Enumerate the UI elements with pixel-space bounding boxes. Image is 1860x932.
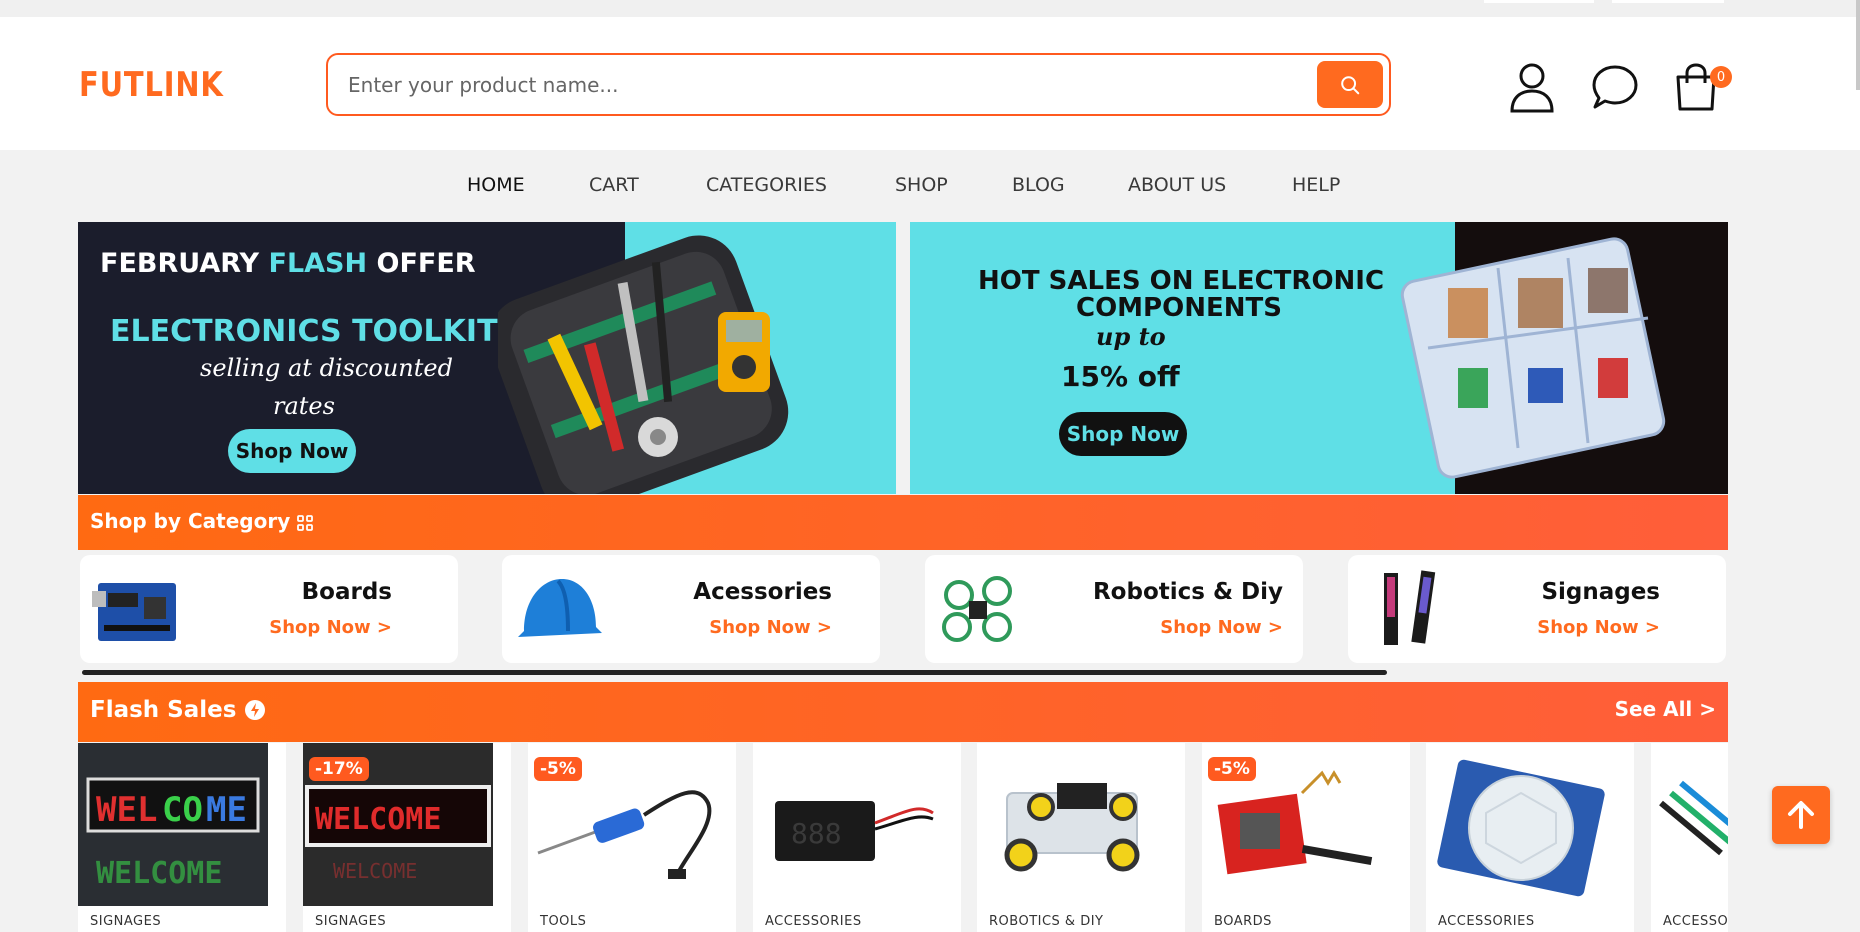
discount-badge: -5% <box>534 757 582 781</box>
product-image <box>977 743 1167 906</box>
flash-sales-title-text: Flash Sales <box>90 697 237 723</box>
category-card-boards[interactable]: Boards Shop Now > <box>80 555 458 663</box>
top-strip <box>0 0 1860 17</box>
promo-banner-toolkit[interactable]: FEBRUARY FLASH OFFER ELECTRONICS TOOLKIT… <box>78 222 896 494</box>
banner-subtext: selling at discounted <box>200 354 453 382</box>
product-card[interactable]: ACCESSORIES <box>1426 743 1634 932</box>
main-nav: HOME CART CATEGORIES SHOP BLOG ABOUT US … <box>0 174 1860 202</box>
banner-offer-line: FEBRUARY FLASH OFFER <box>100 248 476 279</box>
product-category: TOOLS <box>540 914 587 929</box>
category-name: Acessories <box>693 579 832 605</box>
flash-sales-products: WEL CO ME WELCOME SIGNAGES WELCOME WELCO… <box>78 743 1728 932</box>
category-card-signages[interactable]: Signages Shop Now > <box>1348 555 1726 663</box>
banner-subtext: rates <box>273 392 335 420</box>
product-category: ROBOTICS & DIY <box>989 914 1104 929</box>
product-card[interactable]: 888 ACCESSORIES <box>753 743 961 932</box>
search-input[interactable] <box>348 69 1248 101</box>
product-card[interactable]: -5% TOOLS <box>528 743 736 932</box>
category-title-text: Shop by Category <box>90 509 291 533</box>
category-section-title: Shop by Category <box>90 509 314 533</box>
category-shop-now-link[interactable]: Shop Now > <box>709 617 832 638</box>
banner-headline: COMPONENTS <box>1076 293 1282 323</box>
signage-image <box>1384 570 1436 645</box>
nav-home[interactable]: HOME <box>467 174 525 196</box>
flash-sales-header: Flash Sales See All > <box>78 682 1728 742</box>
product-card[interactable]: -5% BOARDS <box>1202 743 1410 932</box>
chat-icon[interactable] <box>1591 61 1639 113</box>
category-name: Signages <box>1541 579 1660 605</box>
promo-banner-components[interactable]: HOT SALES ON ELECTRONIC COMPONENTS up to… <box>910 222 1728 494</box>
top-tab <box>1484 0 1594 3</box>
banner-headline: HOT SALES ON ELECTRONIC <box>978 266 1385 296</box>
product-card[interactable]: ROBOTICS & DIY <box>977 743 1185 932</box>
drone-image <box>942 576 1012 642</box>
search-icon <box>1341 75 1360 94</box>
discount-badge: -17% <box>309 757 369 781</box>
category-name: Boards <box>301 579 392 605</box>
svg-text:WELCOME: WELCOME <box>315 802 441 837</box>
nav-about-us[interactable]: ABOUT US <box>1128 174 1226 196</box>
arrow-up-icon <box>1788 801 1814 829</box>
cart-count-badge: 0 <box>1710 66 1732 88</box>
category-shop-now-link[interactable]: Shop Now > <box>269 617 392 638</box>
nav-help[interactable]: HELP <box>1292 174 1340 196</box>
svg-text:ME: ME <box>206 790 247 830</box>
product-category: SIGNAGES <box>315 914 387 929</box>
banner-shop-now-button[interactable]: Shop Now <box>228 429 356 473</box>
top-tab <box>1612 0 1724 3</box>
board-image <box>92 583 176 641</box>
grid-icon <box>297 514 314 531</box>
category-scrollbar[interactable] <box>82 670 1387 675</box>
svg-text:WELCOME: WELCOME <box>333 859 417 883</box>
svg-text:888: 888 <box>791 817 842 850</box>
product-category: ACCESSORIES <box>1438 914 1535 929</box>
banner-offer: 15% off <box>1061 360 1180 393</box>
site-header: FUTLINK 0 <box>0 17 1860 150</box>
nav-blog[interactable]: BLOG <box>1012 174 1065 196</box>
category-section-header: Shop by Category <box>78 495 1728 550</box>
product-card[interactable]: WEL CO ME WELCOME SIGNAGES <box>78 743 286 932</box>
banner-flash-word: FLASH <box>268 248 368 279</box>
product-category: BOARDS <box>1214 914 1272 929</box>
flash-sales-title: Flash Sales <box>90 697 266 723</box>
product-category: ACCESSOR <box>1663 914 1728 929</box>
lightning-icon <box>245 700 266 720</box>
helmet-image <box>518 579 602 637</box>
page-scrollbar[interactable] <box>1856 0 1860 90</box>
banner-shop-now-button[interactable]: Shop Now <box>1059 412 1187 456</box>
back-to-top-button[interactable] <box>1772 786 1830 844</box>
banner-offer-text: OFFER <box>367 248 476 279</box>
product-image <box>1651 743 1728 906</box>
product-card[interactable]: WELCOME WELCOME -17% SIGNAGES <box>303 743 511 932</box>
search-bar <box>326 53 1391 116</box>
category-card-acessories[interactable]: Acessories Shop Now > <box>502 555 880 663</box>
banner-headline: ELECTRONICS TOOLKIT <box>110 314 498 349</box>
user-icon[interactable] <box>1508 61 1556 113</box>
product-category: ACCESSORIES <box>765 914 862 929</box>
banner-upto: up to <box>1096 322 1166 351</box>
product-card[interactable]: ACCESSOR <box>1651 743 1728 932</box>
nav-cart[interactable]: CART <box>589 174 639 196</box>
svg-text:WELCOME: WELCOME <box>96 856 222 891</box>
discount-badge: -5% <box>1208 757 1256 781</box>
toolkit-image <box>498 235 789 494</box>
category-shop-now-link[interactable]: Shop Now > <box>1537 617 1660 638</box>
svg-text:CO: CO <box>162 790 203 830</box>
svg-text:WEL: WEL <box>96 790 157 830</box>
see-all-link[interactable]: See All > <box>1615 697 1716 721</box>
category-card-robotics-diy[interactable]: Robotics & Diy Shop Now > <box>925 555 1303 663</box>
site-logo[interactable]: FUTLINK <box>79 65 224 105</box>
product-category: SIGNAGES <box>90 914 162 929</box>
nav-categories[interactable]: CATEGORIES <box>706 174 827 196</box>
category-name: Robotics & Diy <box>1092 579 1283 605</box>
nav-shop[interactable]: SHOP <box>895 174 948 196</box>
search-button[interactable] <box>1317 61 1383 108</box>
product-image: WEL CO ME WELCOME <box>78 743 268 906</box>
components-box-image <box>1400 237 1666 479</box>
product-image <box>1426 743 1616 906</box>
product-image: 888 <box>753 743 943 906</box>
banner-offer-text: FEBRUARY <box>100 248 269 279</box>
category-shop-now-link[interactable]: Shop Now > <box>1160 617 1283 638</box>
